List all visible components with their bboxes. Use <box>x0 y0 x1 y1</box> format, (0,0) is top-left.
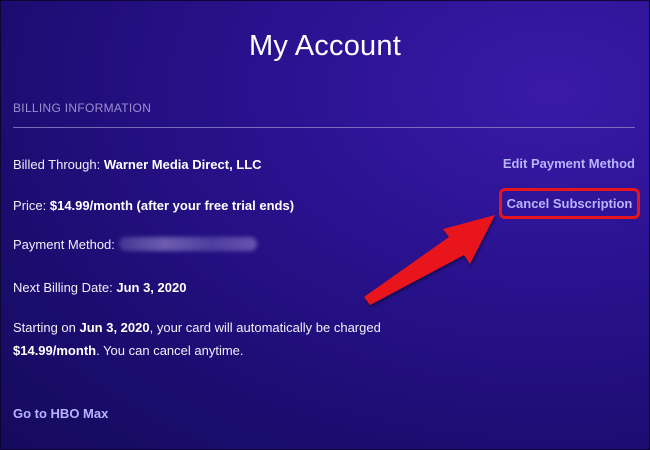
section-divider <box>13 127 635 128</box>
red-arrow-icon <box>364 215 495 305</box>
next-billing-label: Next Billing Date: <box>13 280 113 295</box>
cancel-subscription-highlight-box: Cancel Subscription <box>499 188 640 219</box>
notice-middle: , your card will automatically be charge… <box>149 320 381 335</box>
next-billing-value: Jun 3, 2020 <box>116 280 187 295</box>
go-to-hbo-max-link[interactable]: Go to HBO Max <box>13 406 108 421</box>
payment-method-row: Payment Method: <box>13 237 257 252</box>
notice-suffix: . You can cancel anytime. <box>96 343 244 358</box>
price-row: Price: $14.99/month (after your free tri… <box>13 198 294 213</box>
edit-payment-method-link[interactable]: Edit Payment Method <box>503 156 635 171</box>
page-title: My Account <box>249 30 401 62</box>
cancel-subscription-link[interactable]: Cancel Subscription <box>507 196 633 211</box>
payment-method-label: Payment Method: <box>13 237 115 252</box>
notice-date: Jun 3, 2020 <box>79 320 150 335</box>
screenshot-frame <box>0 0 650 450</box>
notice-amount: $14.99/month <box>13 343 97 358</box>
redacted-payment-method <box>118 237 257 251</box>
next-billing-row: Next Billing Date: Jun 3, 2020 <box>13 280 186 295</box>
billed-through-row: Billed Through: Warner Media Direct, LLC <box>13 157 262 172</box>
billed-through-value: Warner Media Direct, LLC <box>103 157 262 172</box>
auto-charge-notice-line-1: Starting on Jun 3, 2020, your card will … <box>13 320 381 335</box>
auto-charge-notice-line-2: $14.99/month. You can cancel anytime. <box>13 343 244 358</box>
price-label: Price: <box>13 198 47 213</box>
notice-prefix: Starting on <box>13 320 76 335</box>
billed-through-label: Billed Through: <box>13 157 101 172</box>
price-value: $14.99/month (after your free trial ends… <box>49 198 295 213</box>
billing-section-heading: BILLING INFORMATION <box>13 101 152 115</box>
